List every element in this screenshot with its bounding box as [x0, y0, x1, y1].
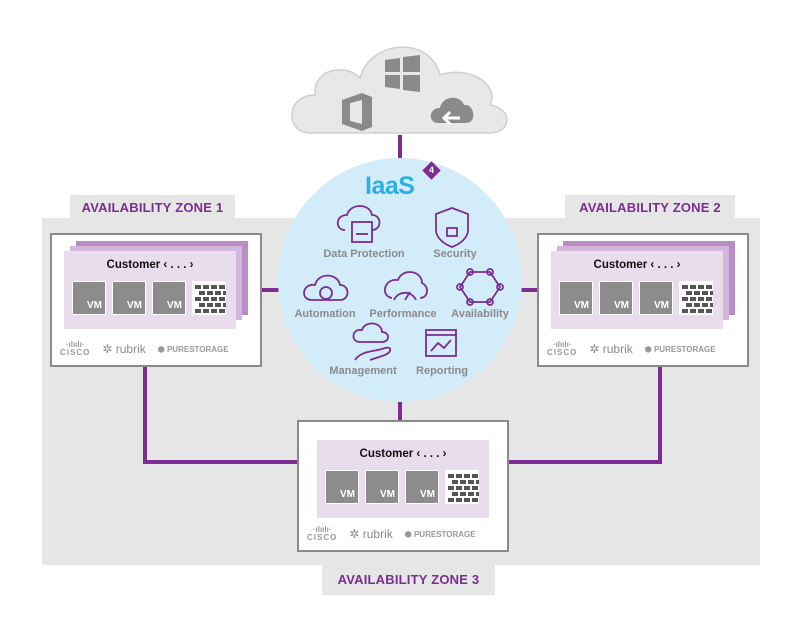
zone-2-box: Customer ‹ . . . › VM VM VM ·ılıılı· CISCO ✲ r… [537, 233, 749, 367]
purestorage-logo: ⬢ PURESTORAGE [404, 529, 476, 539]
firewall-icon [192, 281, 226, 315]
service-performance: Performance [369, 308, 437, 320]
service-reporting: Reporting [416, 365, 468, 377]
firewall-icon [679, 281, 713, 315]
purestorage-logo: ⬢ PURESTORAGE [157, 344, 229, 354]
customer-card: Customer ‹ . . . › VM VM VM [551, 251, 723, 329]
customer-card: Customer ‹ . . . › VM VM VM [317, 440, 489, 518]
zone-3-box: Customer ‹ . . . › VM VM VM ·ılıılı· CISCO ✲ r… [297, 420, 509, 552]
vendor-logos: ·ılıılı· CISCO ✲ rubrik ⬢ PURESTORAGE [547, 341, 716, 357]
customer-label: Customer ‹ . . . › [593, 259, 681, 271]
cisco-logo: ·ılıılı· CISCO [307, 525, 338, 542]
vm-block: VM [152, 281, 186, 315]
vm-block: VM [559, 281, 593, 315]
rubrik-logo: ✲ rubrik [349, 527, 393, 541]
service-management: Management [329, 365, 397, 377]
vm-block: VM [72, 281, 106, 315]
firewall-icon [445, 470, 479, 504]
service-automation: Automation [294, 308, 356, 320]
rubrik-logo: ✲ rubrik [102, 342, 146, 356]
vm-block: VM [405, 470, 439, 504]
zone-1-box: Customer ‹ . . . › VM VM VM ·ılıılı· CISCO ✲ r… [50, 233, 262, 367]
zone1-zone3-link [143, 367, 297, 464]
cisco-logo: ·ılıılı· CISCO [60, 340, 91, 357]
rubrik-logo: ✲ rubrik [589, 342, 633, 356]
iaas-badge: 4 [428, 165, 434, 175]
vm-block: VM [365, 470, 399, 504]
vm-block: VM [325, 470, 359, 504]
service-data-protection: Data Protection [323, 248, 405, 260]
vendor-logos: ·ılıılı· CISCO ✲ rubrik ⬢ PURESTORAGE [307, 526, 476, 542]
customer-label: Customer ‹ . . . › [359, 448, 447, 460]
customer-label: Customer ‹ . . . › [106, 259, 194, 271]
iaas-title: IaaS [365, 172, 415, 200]
zone2-zone3-link [505, 367, 662, 464]
vm-block: VM [112, 281, 146, 315]
customer-card: Customer ‹ . . . › VM VM VM [64, 251, 236, 329]
vm-block: VM [639, 281, 673, 315]
vm-block: VM [599, 281, 633, 315]
vendor-logos: ·ılıılı· CISCO ✲ rubrik ⬢ PURESTORAGE [60, 341, 229, 357]
service-security: Security [433, 248, 477, 260]
iaas-diagram: AVAILABILITY ZONE 1 AVAILABILITY ZONE 2 … [0, 0, 800, 635]
purestorage-logo: ⬢ PURESTORAGE [644, 344, 716, 354]
cisco-logo: ·ılıılı· CISCO [547, 340, 578, 357]
service-availability: Availability [451, 308, 509, 320]
